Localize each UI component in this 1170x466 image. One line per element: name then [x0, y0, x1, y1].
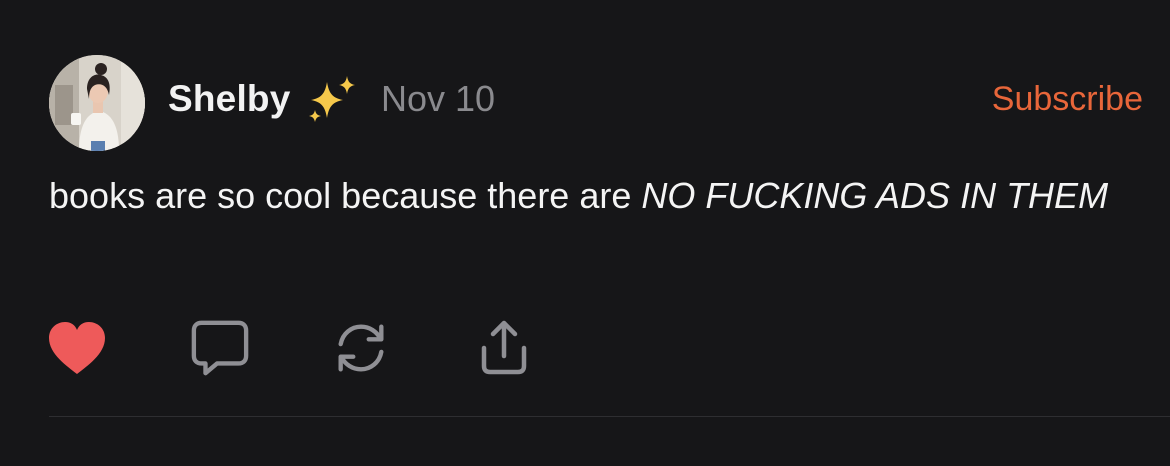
heart-icon: [49, 322, 105, 374]
share-button[interactable]: [474, 318, 534, 378]
post-body-emphasis: NO FUCKING ADS IN THEM: [641, 175, 1109, 216]
restack-button[interactable]: [331, 318, 391, 378]
share-icon: [481, 320, 527, 375]
author-name[interactable]: Shelby: [168, 77, 291, 121]
action-bar: [0, 318, 600, 378]
post-body: books are so cool because there are NO F…: [49, 165, 1129, 226]
subscribe-button[interactable]: Subscribe: [992, 77, 1143, 121]
divider: [49, 416, 1170, 417]
avatar[interactable]: [49, 55, 145, 151]
comment-button[interactable]: [190, 318, 250, 378]
sparkles-icon: [309, 76, 355, 122]
post-date: Nov 10: [381, 78, 496, 119]
restack-icon: [338, 324, 384, 372]
comment-icon: [191, 320, 249, 376]
post-body-text: books are so cool because there are: [49, 175, 642, 216]
post-card: Shelby Nov 10 Subscribe books are so coo…: [0, 0, 1170, 466]
like-button[interactable]: [47, 318, 107, 378]
